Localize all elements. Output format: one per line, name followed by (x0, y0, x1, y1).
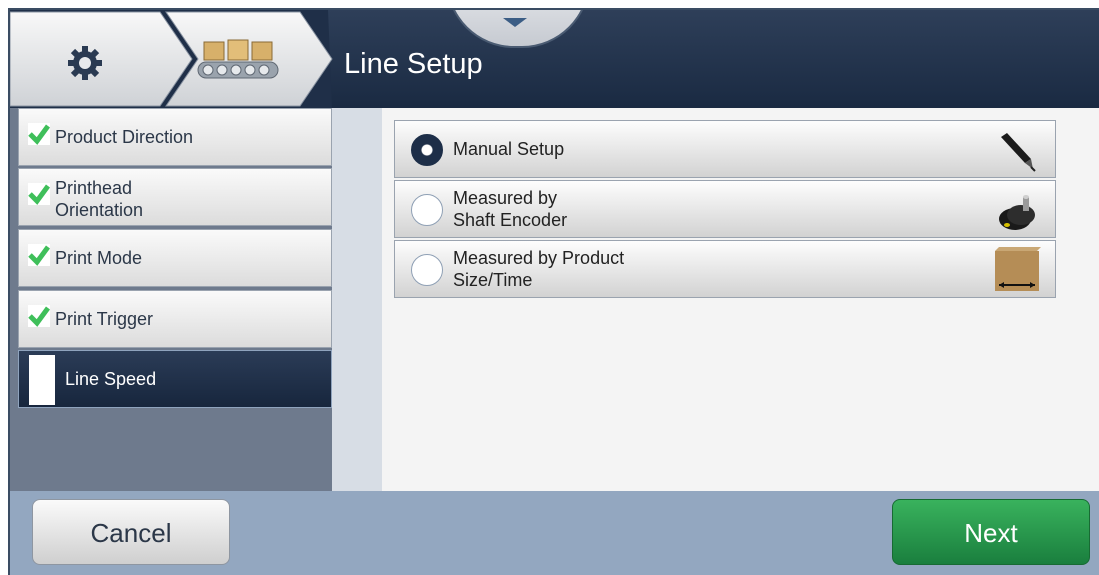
cancel-button[interactable]: Cancel (32, 499, 230, 565)
step-printhead-orientation[interactable]: Printhead Orientation (18, 168, 332, 226)
step-label: Product Direction (55, 127, 194, 147)
checkmark-icon (28, 305, 50, 327)
pen-icon (1001, 133, 1036, 172)
radio-unselected[interactable] (411, 254, 443, 286)
panel-divider (332, 108, 382, 491)
product-box-icon (995, 247, 1041, 291)
radio-selected[interactable] (411, 134, 443, 166)
page-title: Line Setup (344, 48, 483, 80)
option-shaft-encoder[interactable]: Measured by Shaft Encoder (394, 180, 1056, 238)
chevron-down-icon (503, 18, 527, 27)
option-label: Measured by Shaft Encoder (453, 188, 568, 230)
app-window: Line Setup Product Direction Printhead O… (8, 8, 1099, 575)
radio-unselected[interactable] (411, 194, 443, 226)
step-product-direction[interactable]: Product Direction (18, 108, 332, 166)
step-print-trigger[interactable]: Print Trigger (18, 290, 332, 348)
option-manual-setup[interactable]: Manual Setup (394, 120, 1056, 178)
shaft-encoder-icon (999, 195, 1035, 230)
gear-icon[interactable] (66, 44, 104, 82)
option-label: Measured by Product Size/Time (453, 248, 625, 290)
step-label: Print Mode (55, 248, 143, 268)
option-product-size-time[interactable]: Measured by Product Size/Time (394, 240, 1056, 298)
checkmark-icon (28, 123, 50, 145)
breadcrumb (10, 10, 340, 108)
wizard-steps-sidebar: Product Direction Printhead Orientation … (10, 108, 332, 491)
step-line-speed[interactable]: Line Speed (18, 350, 332, 408)
checkmark-icon (28, 244, 50, 266)
footer-bar: Cancel Next (10, 491, 1099, 575)
next-button[interactable]: Next (892, 499, 1090, 565)
step-label: Line Speed (65, 369, 157, 389)
current-step-marker (29, 355, 55, 405)
step-label: Print Trigger (55, 309, 154, 329)
checkmark-icon (28, 183, 50, 205)
step-label: Printhead Orientation (55, 178, 144, 220)
step-print-mode[interactable]: Print Mode (18, 229, 332, 287)
options-panel: Manual Setup Measured by Shaft Encoder M… (382, 108, 1099, 491)
option-label: Manual Setup (453, 139, 565, 159)
conveyor-icon[interactable] (196, 38, 280, 84)
